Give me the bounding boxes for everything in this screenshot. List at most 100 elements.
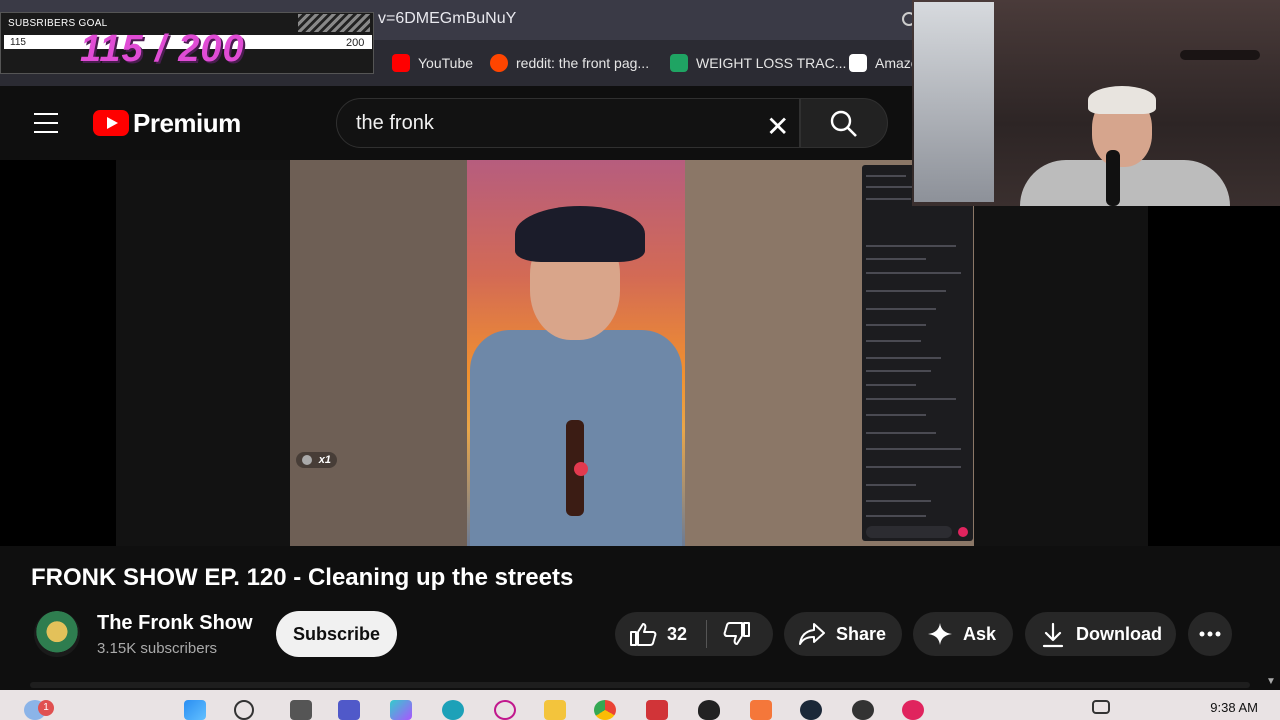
gift-notification: x1: [296, 452, 338, 468]
share-label: Share: [836, 624, 887, 644]
amazon-icon: [849, 54, 867, 72]
chat-line: [866, 448, 961, 450]
taskbar-clock[interactable]: 9:38 AM: [1190, 700, 1258, 715]
bookmark-amazon[interactable]: Amazo: [849, 53, 919, 73]
bookmark-label: WEIGHT LOSS TRAC...: [696, 55, 847, 71]
chat-line: [866, 198, 911, 200]
channel-avatar[interactable]: [34, 611, 80, 657]
chat-line: [866, 272, 961, 274]
chat-line: [866, 515, 926, 517]
subscribe-button[interactable]: Subscribe: [276, 611, 397, 657]
app-icon[interactable]: [902, 700, 924, 720]
chat-line: [866, 384, 916, 386]
thumbs-down-icon[interactable]: [723, 622, 751, 646]
thumbs-up-icon[interactable]: [629, 622, 657, 646]
chevron-up-icon[interactable]: [1016, 700, 1032, 720]
share-button[interactable]: Share: [784, 612, 902, 656]
video-title: FRONK SHOW EP. 120 - Cleaning up the str…: [31, 564, 574, 591]
more-horizontal-icon: [1199, 631, 1221, 637]
sparkle-icon: [928, 623, 952, 645]
youtube-icon: [392, 54, 410, 72]
ceiling-fan-shape: [1180, 50, 1260, 60]
display-icon[interactable]: [1092, 700, 1110, 714]
search-button[interactable]: [800, 98, 888, 148]
task-view-icon[interactable]: [290, 700, 312, 720]
goal-progress-text: 115 / 200: [80, 28, 245, 70]
menu-icon[interactable]: [34, 113, 58, 133]
gift-count: x1: [318, 454, 332, 466]
chat-line: [866, 245, 956, 247]
chat-line: [866, 258, 926, 260]
clear-search-icon[interactable]: ✕: [766, 110, 789, 143]
ask-button[interactable]: Ask: [913, 612, 1013, 656]
channel-name[interactable]: The Fronk Show: [97, 612, 253, 635]
copilot-icon[interactable]: [390, 700, 412, 720]
search-icon: [830, 110, 857, 137]
subscriber-count: 3.15K subscribers: [97, 640, 218, 657]
microphone-icon: [1106, 150, 1120, 206]
steam-icon[interactable]: [800, 700, 822, 720]
download-button[interactable]: Download: [1025, 612, 1176, 656]
search-taskbar-icon[interactable]: [234, 700, 254, 720]
bookmark-youtube[interactable]: YouTube: [392, 53, 473, 73]
chat-line: [866, 308, 936, 310]
chat-line: [866, 340, 921, 342]
file-explorer-icon[interactable]: [544, 700, 566, 720]
start-icon[interactable]: [184, 700, 206, 720]
chat-line: [866, 357, 941, 359]
player-margin-right: [1148, 160, 1280, 546]
chat-line: [866, 414, 926, 416]
heart-icon: [958, 527, 968, 537]
webcam-window-shape: [914, 2, 994, 202]
chat-line: [866, 484, 916, 486]
chat-line: [866, 466, 961, 468]
teams-icon[interactable]: [338, 700, 360, 720]
app-ring-icon[interactable]: [494, 700, 516, 720]
webcam-person-cap: [1088, 86, 1156, 114]
chat-line: [866, 370, 931, 372]
bookmark-label: reddit: the front pag...: [516, 55, 650, 71]
premium-brand[interactable]: Premium: [133, 108, 241, 139]
chat-line: [866, 324, 926, 326]
reddit-icon: [490, 54, 508, 72]
goal-decoration: [298, 14, 370, 32]
goal-max: 200: [346, 37, 365, 49]
store-icon[interactable]: [646, 700, 668, 720]
chat-line: [866, 500, 931, 502]
video-person-hat: [515, 206, 645, 262]
chat-line: [866, 432, 936, 434]
edge-icon[interactable]: [442, 700, 464, 720]
share-icon: [799, 623, 825, 645]
search-value[interactable]: the fronk: [356, 112, 434, 135]
gift-avatar-icon: [302, 455, 312, 466]
rose-shape: [574, 462, 588, 476]
scroll-down-icon[interactable]: ▼: [1266, 676, 1276, 687]
description-box-edge: [30, 682, 1250, 688]
goal-min: 115: [10, 37, 26, 48]
download-label: Download: [1076, 624, 1162, 644]
player-margin-left: [0, 160, 116, 546]
video-left-pane: [290, 160, 467, 546]
chat-line: [866, 175, 906, 177]
chat-line: [866, 290, 946, 292]
chat-line: [866, 398, 956, 400]
obs-icon[interactable]: [852, 700, 874, 720]
notification-badge: 1: [38, 700, 54, 716]
chat-input: [866, 526, 952, 538]
download-icon: [1042, 622, 1064, 648]
like-count[interactable]: 32: [667, 624, 687, 645]
youtube-logo-icon[interactable]: [93, 110, 129, 136]
bookmark-label: YouTube: [418, 55, 474, 71]
chrome-icon[interactable]: [594, 700, 616, 720]
volume-icon[interactable]: [1120, 700, 1138, 720]
bookmark-weight-loss[interactable]: WEIGHT LOSS TRAC...: [670, 53, 846, 73]
more-actions-button[interactable]: [1188, 612, 1232, 656]
app-icon[interactable]: [698, 700, 720, 720]
app-icon[interactable]: [750, 700, 772, 720]
sheets-icon: [670, 54, 688, 72]
bookmark-reddit[interactable]: reddit: the front pag...: [490, 53, 649, 73]
like-dislike-group: 32: [615, 612, 773, 656]
like-divider: [706, 620, 707, 648]
ask-label: Ask: [963, 624, 997, 644]
url-text[interactable]: v=6DMEGmBuNuY: [378, 10, 516, 28]
